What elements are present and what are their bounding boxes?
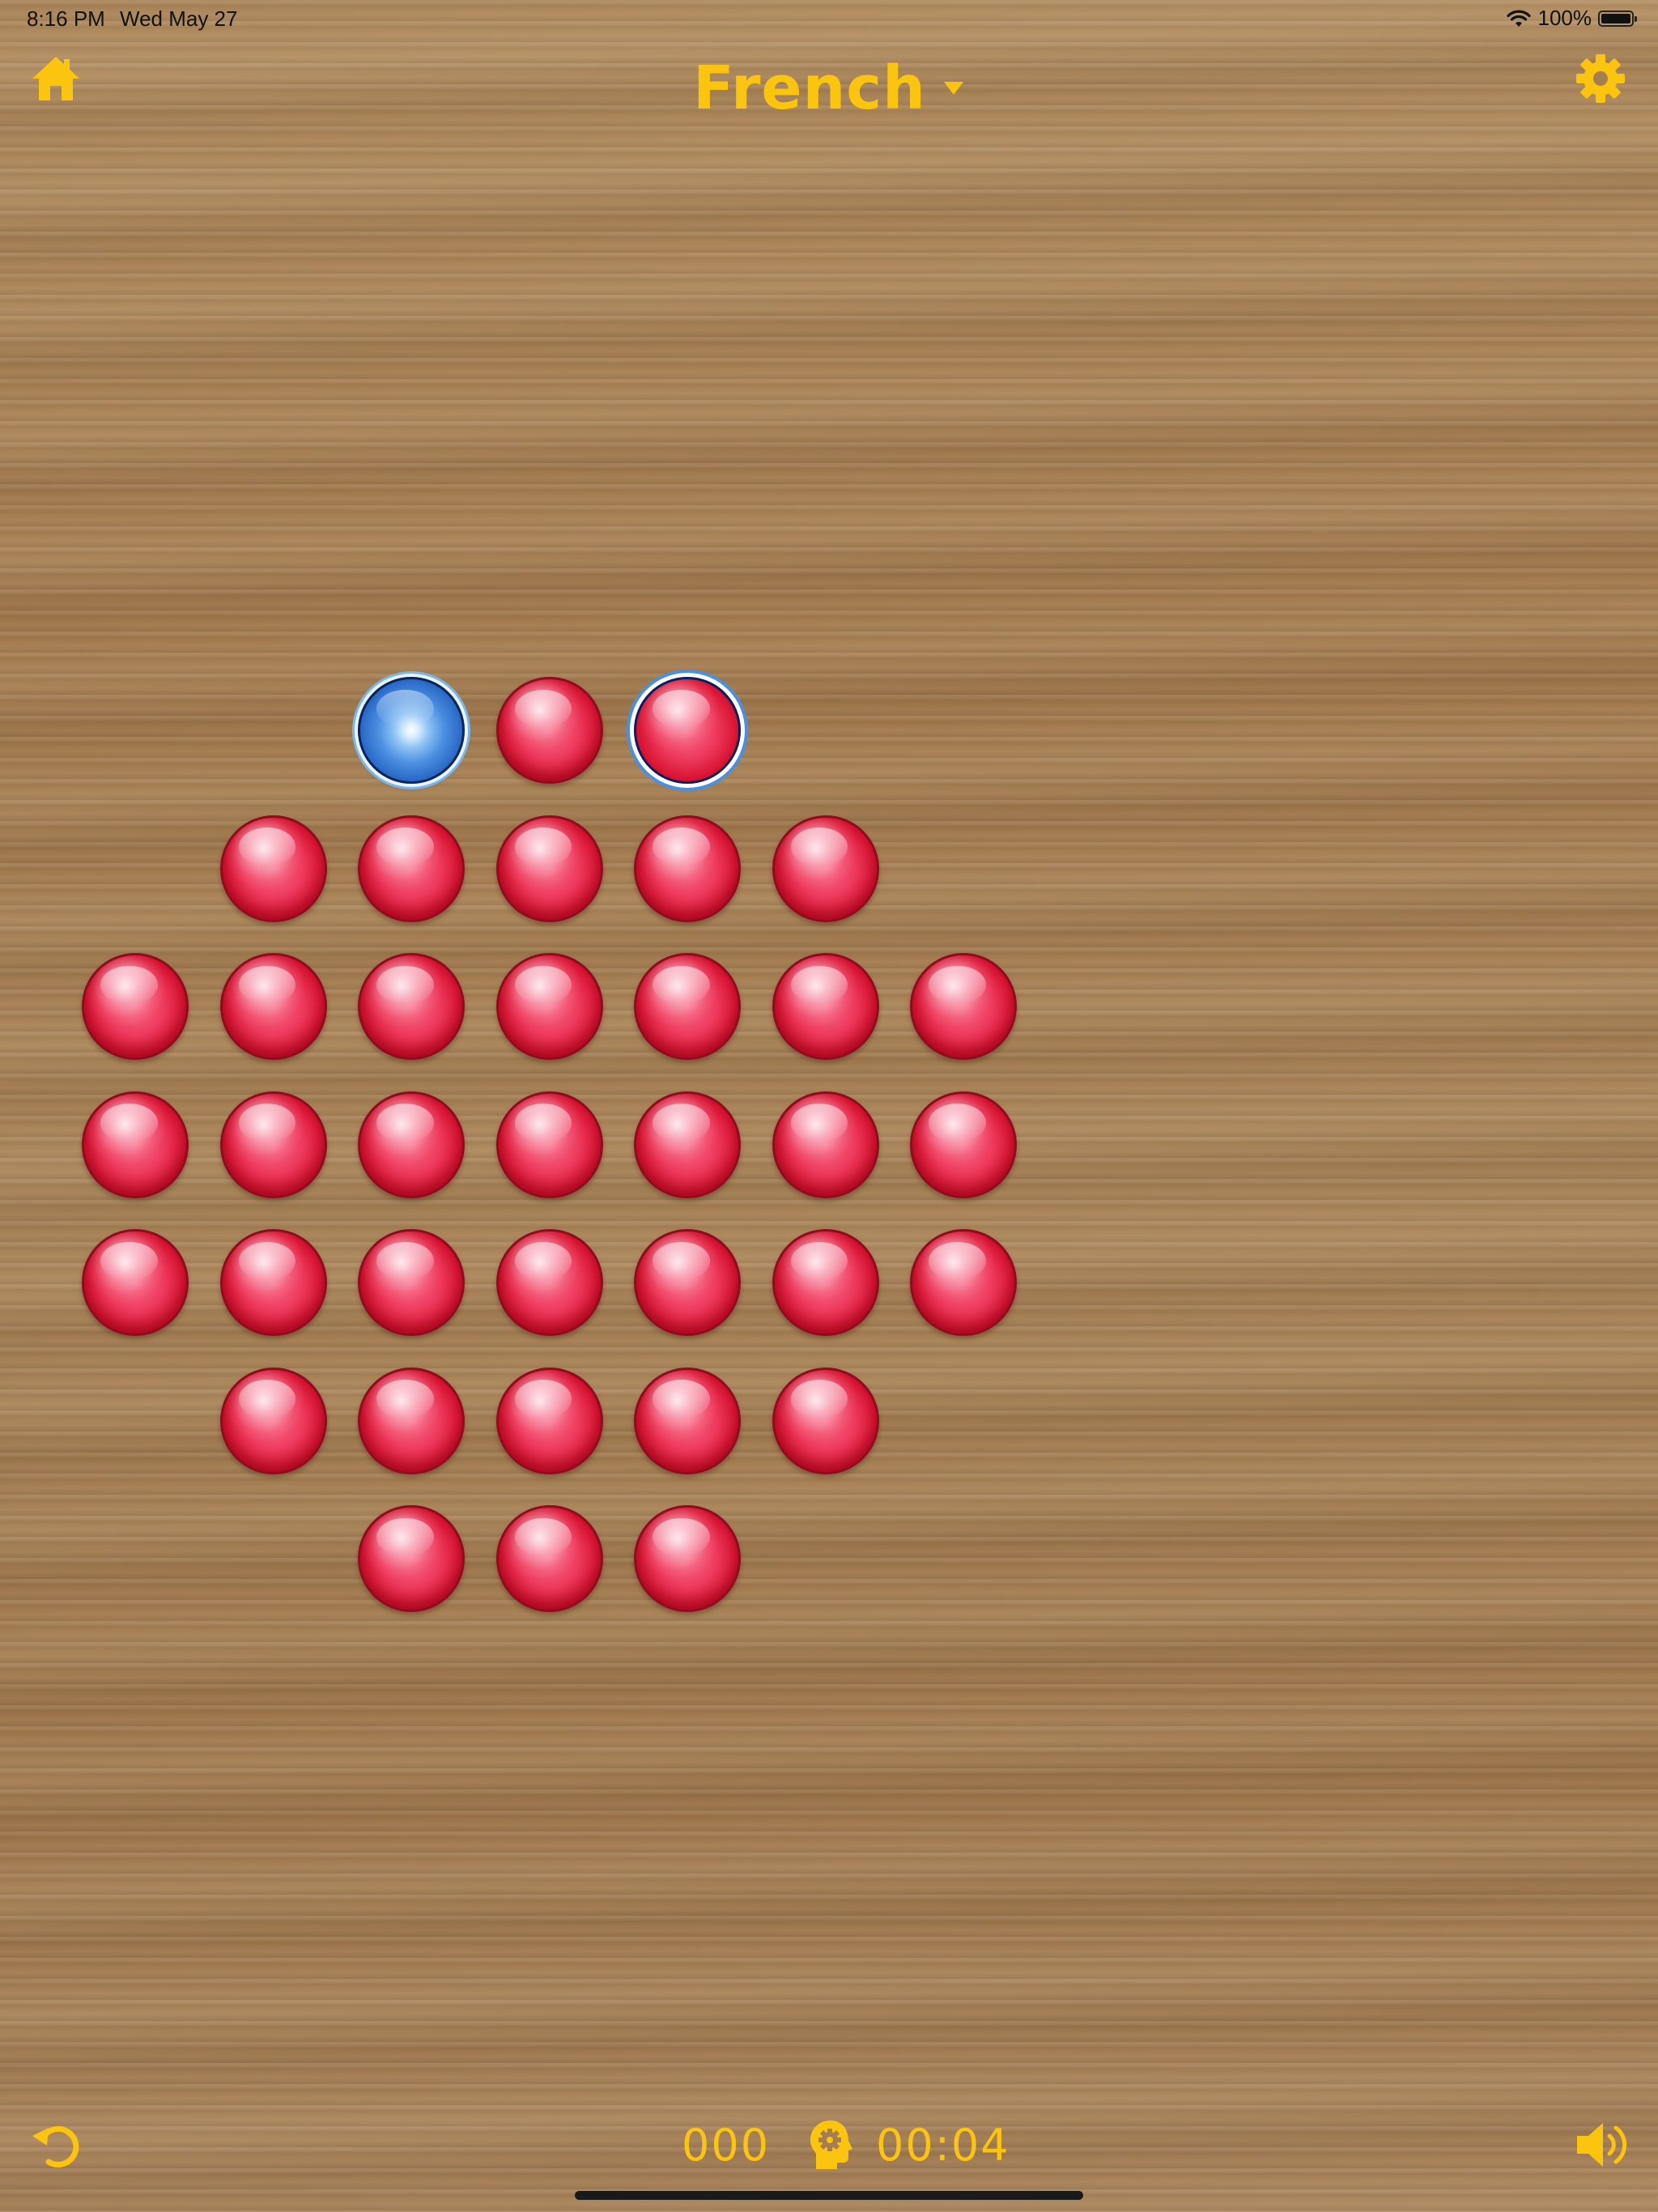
title-wrap: French — [0, 53, 1658, 123]
gear-icon — [1576, 54, 1625, 103]
peg[interactable] — [82, 1091, 189, 1198]
peg[interactable] — [495, 953, 603, 1060]
peg[interactable] — [495, 677, 603, 784]
undo-button[interactable] — [29, 2116, 86, 2173]
game-timer: 00:04 — [876, 2120, 1010, 2171]
peg[interactable] — [495, 1367, 603, 1474]
undo-icon — [32, 2126, 79, 2167]
settings-button[interactable] — [1574, 52, 1627, 105]
peg[interactable] — [495, 1505, 603, 1612]
peg[interactable] — [219, 1091, 327, 1198]
status-date: Wed May 27 — [120, 6, 238, 31]
hint-button[interactable] — [806, 2118, 855, 2172]
peg[interactable] — [495, 1091, 603, 1198]
battery-icon — [1598, 10, 1637, 27]
wifi-icon — [1506, 10, 1531, 27]
status-time: 8:16 PM — [27, 6, 105, 31]
peg[interactable] — [358, 1367, 465, 1474]
peg[interactable] — [358, 815, 465, 922]
peg[interactable] — [910, 1091, 1017, 1198]
move-counter: 000 — [682, 2120, 771, 2171]
hint-head-icon — [810, 2121, 852, 2169]
peg[interactable] — [82, 953, 189, 1060]
peg[interactable] — [82, 1229, 189, 1336]
peg[interactable] — [634, 815, 741, 922]
peg[interactable] — [634, 1229, 741, 1336]
peg[interactable] — [772, 953, 879, 1060]
peg[interactable] — [772, 1091, 879, 1198]
peg[interactable] — [910, 1229, 1017, 1336]
sound-button[interactable] — [1574, 2116, 1630, 2173]
peg[interactable] — [495, 815, 603, 922]
peg[interactable] — [495, 1229, 603, 1336]
page-title: French — [693, 53, 926, 123]
blue-peg[interactable] — [358, 677, 465, 784]
peg[interactable] — [772, 1367, 879, 1474]
peg[interactable] — [634, 1505, 741, 1612]
peg[interactable] — [358, 953, 465, 1060]
peg[interactable] — [358, 1091, 465, 1198]
peg[interactable] — [772, 1229, 879, 1336]
speaker-icon — [1577, 2123, 1627, 2167]
caret-down-icon — [943, 82, 963, 95]
status-right: 100% — [1506, 6, 1637, 31]
peg[interactable] — [910, 953, 1017, 1060]
peg[interactable] — [634, 1091, 741, 1198]
peg-board — [0, 0, 1658, 2212]
status-bar: 8:16 PM Wed May 27 100% — [0, 0, 1658, 39]
selected-peg[interactable] — [634, 677, 741, 784]
peg[interactable] — [772, 815, 879, 922]
peg[interactable] — [219, 1367, 327, 1474]
peg[interactable] — [634, 953, 741, 1060]
peg[interactable] — [219, 1229, 327, 1336]
peg[interactable] — [358, 1505, 465, 1612]
peg[interactable] — [219, 815, 327, 922]
peg[interactable] — [219, 953, 327, 1060]
battery-percent: 100% — [1537, 6, 1592, 30]
home-indicator — [575, 2191, 1083, 2200]
peg[interactable] — [634, 1367, 741, 1474]
game-type-dropdown[interactable]: French — [693, 53, 965, 123]
peg[interactable] — [358, 1229, 465, 1336]
